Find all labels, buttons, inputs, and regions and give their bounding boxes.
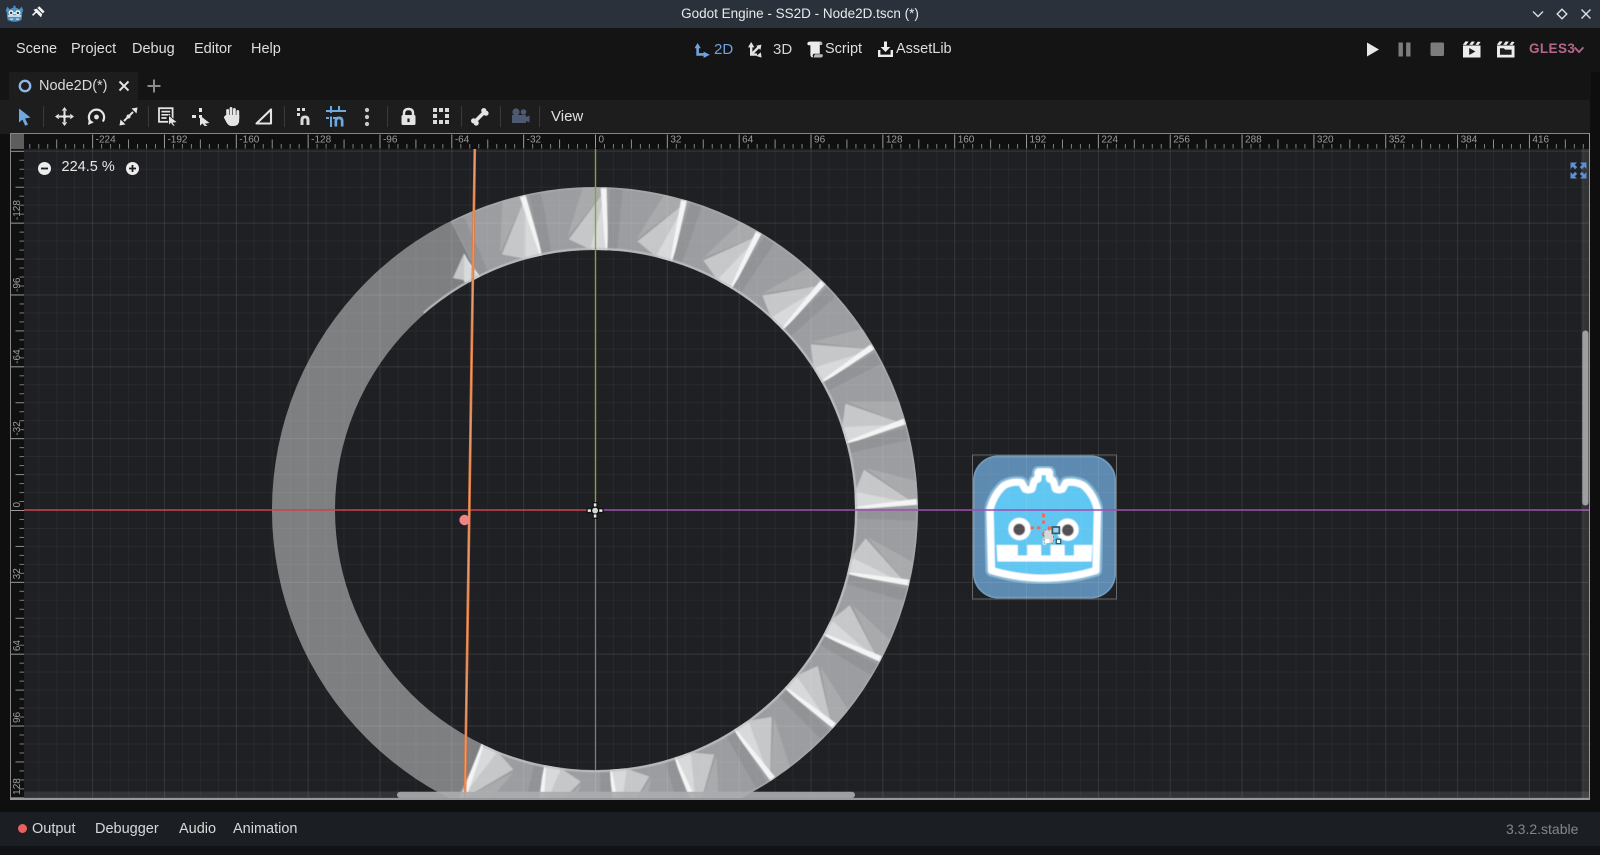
svg-text:288: 288 bbox=[1245, 134, 1262, 145]
svg-text:64: 64 bbox=[12, 639, 23, 651]
svg-text:96: 96 bbox=[12, 711, 23, 723]
svg-text:-128: -128 bbox=[311, 134, 331, 145]
svg-text:-32: -32 bbox=[527, 134, 542, 145]
svg-text:160: 160 bbox=[958, 134, 975, 145]
svg-text:-224: -224 bbox=[96, 134, 116, 145]
svg-text:-128: -128 bbox=[12, 199, 23, 219]
svg-text:-64: -64 bbox=[12, 348, 23, 363]
svg-text:64: 64 bbox=[742, 134, 754, 145]
svg-text:192: 192 bbox=[1030, 134, 1047, 145]
svg-text:320: 320 bbox=[1317, 134, 1334, 145]
svg-text:-160: -160 bbox=[239, 134, 259, 145]
svg-text:0: 0 bbox=[599, 134, 605, 145]
svg-text:-64: -64 bbox=[455, 134, 470, 145]
svg-text:-32: -32 bbox=[12, 420, 23, 435]
svg-text:0: 0 bbox=[12, 501, 23, 507]
svg-text:352: 352 bbox=[1389, 134, 1406, 145]
svg-text:-192: -192 bbox=[167, 134, 187, 145]
svg-text:128: 128 bbox=[886, 134, 903, 145]
svg-text:224: 224 bbox=[1101, 134, 1118, 145]
svg-text:96: 96 bbox=[814, 134, 826, 145]
svg-text:-96: -96 bbox=[12, 277, 23, 292]
svg-text:32: 32 bbox=[670, 134, 682, 145]
svg-text:128: 128 bbox=[12, 777, 23, 794]
svg-text:256: 256 bbox=[1173, 134, 1190, 145]
svg-text:416: 416 bbox=[1532, 134, 1549, 145]
svg-text:32: 32 bbox=[12, 567, 23, 579]
svg-text:-96: -96 bbox=[383, 134, 398, 145]
svg-text:384: 384 bbox=[1461, 134, 1478, 145]
